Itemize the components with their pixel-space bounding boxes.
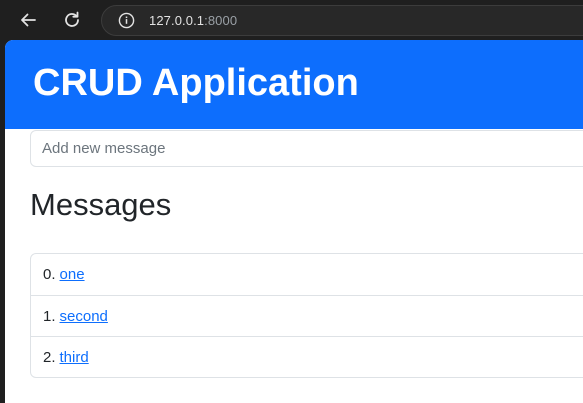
browser-toolbar: 127.0.0.1:8000 <box>0 0 583 40</box>
messages-heading: Messages <box>30 187 172 222</box>
url-text: 127.0.0.1:8000 <box>149 13 237 28</box>
url-host: 127.0.0.1 <box>149 13 205 28</box>
address-bar[interactable]: 127.0.0.1:8000 <box>101 5 583 36</box>
reload-button[interactable] <box>59 7 85 33</box>
message-link[interactable]: second <box>60 308 108 325</box>
list-item: 1. second <box>31 295 583 336</box>
list-item: 2. third <box>31 336 583 377</box>
reload-icon <box>65 11 79 27</box>
app-header: CRUD Application <box>5 40 583 129</box>
info-icon[interactable] <box>117 12 135 30</box>
message-index: 0. <box>43 266 56 283</box>
url-port: :8000 <box>204 13 238 28</box>
app-title: CRUD Application <box>33 62 359 104</box>
arrow-left-icon <box>21 13 36 27</box>
new-message-input[interactable] <box>30 130 583 167</box>
message-index: 2. <box>43 348 56 366</box>
message-link[interactable]: one <box>60 266 85 283</box>
message-list: 0. one 1. second 2. third <box>30 253 583 378</box>
message-index: 1. <box>43 307 56 325</box>
message-link[interactable]: third <box>60 349 89 366</box>
page-viewport: CRUD Application Messages 0. one 1. seco… <box>5 40 583 403</box>
list-item: 0. one <box>31 254 583 295</box>
back-button[interactable] <box>15 7 41 33</box>
